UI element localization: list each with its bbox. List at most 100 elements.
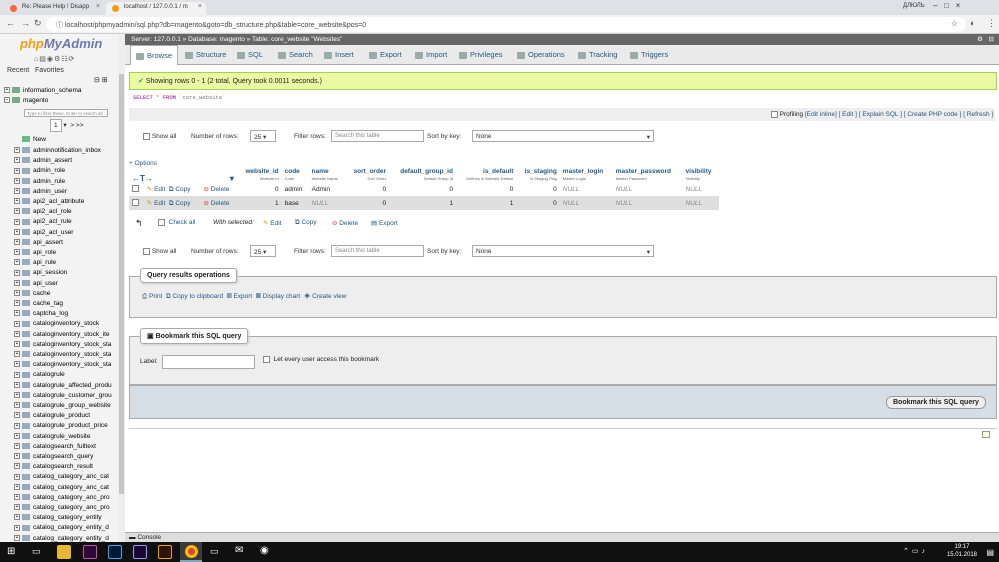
- row-delete-link[interactable]: ⊖ Delete: [200, 182, 237, 196]
- rows-select-bottom[interactable]: 25 ▾: [250, 245, 276, 257]
- column-header[interactable]: master_login Master Login: [560, 168, 613, 182]
- column-header[interactable]: sort_order Sort Order: [345, 168, 389, 182]
- row-edit-link[interactable]: ✎ Edit ⧉ Copy: [143, 196, 201, 210]
- filter-rows-input-top[interactable]: Search this table: [331, 130, 424, 142]
- tab-operations[interactable]: Operations: [517, 50, 565, 59]
- sidebar-table-item[interactable]: + catalogrule_product_price: [14, 422, 122, 432]
- sidebar-table-item[interactable]: + adminnotification_inbox: [14, 147, 122, 157]
- table-row[interactable]: ✎ Edit ⧉ Copy ⊖ Delete 1 base NULL 0 1 1 0 NULL NU…: [129, 196, 719, 210]
- column-header[interactable]: code Code: [282, 168, 309, 182]
- sidebar-table-item[interactable]: + catalog_category_entity_d: [14, 535, 122, 542]
- table-cell[interactable]: 1: [455, 196, 517, 210]
- notification-icon[interactable]: ▤: [986, 548, 994, 557]
- show-all-bottom[interactable]: Show all: [143, 248, 176, 255]
- export-link[interactable]: ▤ Export: [227, 293, 253, 300]
- page-selector[interactable]: 1 ▾ > >>: [50, 119, 84, 132]
- sidebar-table-item[interactable]: + captcha_log: [14, 310, 122, 320]
- phpmyadmin-logo[interactable]: phpMyAdmin: [20, 36, 102, 51]
- sidebar-table-item[interactable]: + cataloginventory_stock_sta: [14, 361, 122, 371]
- table-cell[interactable]: 0: [345, 182, 390, 196]
- tab-insert[interactable]: Insert: [324, 50, 354, 59]
- sidebar-table-item[interactable]: + catalog_category_anc_cat: [14, 473, 122, 483]
- sort-select-bottom[interactable]: None ▾: [472, 245, 654, 257]
- column-header[interactable]: visibility Visibility: [682, 168, 719, 182]
- sidebar-table-item[interactable]: + api2_acl_role: [14, 208, 122, 218]
- sidebar-table-item[interactable]: + catalogrule_affected_produ: [14, 382, 122, 392]
- clock[interactable]: 19:17 15.01.2018: [947, 543, 977, 559]
- sidebar-table-item[interactable]: + api_user: [14, 280, 122, 290]
- sidebar-table-item[interactable]: + admin_role: [14, 167, 122, 177]
- sidebar-table-item[interactable]: + api_session: [14, 269, 122, 279]
- back-icon[interactable]: ←: [6, 18, 15, 28]
- premiere-icon[interactable]: [83, 545, 97, 559]
- table-row[interactable]: ✎ Edit ⧉ Copy ⊖ Delete 0 admin Admin 0 0 0 0 NULL…: [129, 182, 719, 196]
- sidebar-table-item[interactable]: + api_assert: [14, 239, 122, 249]
- menu-icon[interactable]: ⋮: [987, 18, 996, 29]
- sql-query-display[interactable]: SELECT * FROM `core_website`: [133, 94, 225, 101]
- query-links[interactable]: [Edit inline] [ Edit ] [ Explain SQL ] […: [805, 111, 993, 118]
- table-cell[interactable]: NULL: [682, 182, 719, 196]
- collapse-icon[interactable]: ⊟: [989, 35, 994, 43]
- window-controls[interactable]: – □ ×: [933, 1, 960, 10]
- close-tab-icon[interactable]: ×: [198, 3, 202, 10]
- sidebar-table-item[interactable]: + cataloginventory_stock_sta: [14, 341, 122, 351]
- sidebar-table-item[interactable]: + api2_acl_user: [14, 229, 122, 239]
- bookmark-label-input[interactable]: [162, 355, 255, 369]
- breadcrumb-table[interactable]: Table: core_website "Websites": [252, 36, 342, 43]
- tab-export[interactable]: Export: [369, 50, 402, 59]
- sidebar-table-item[interactable]: + catalogrule_product: [14, 412, 122, 422]
- table-cell[interactable]: NULL: [612, 182, 683, 196]
- every-user-checkbox[interactable]: Let every user access this bookmark: [263, 356, 379, 363]
- table-cell[interactable]: admin: [281, 182, 309, 196]
- bulk-delete-button[interactable]: ⊖ Delete: [332, 219, 358, 227]
- column-header[interactable]: website_id Website Id: [237, 168, 282, 182]
- tab-browse[interactable]: Browse: [130, 45, 179, 65]
- show-all-top[interactable]: Show all: [143, 133, 176, 140]
- table-cell[interactable]: 0: [389, 182, 456, 196]
- sidebar-table-item[interactable]: + catalog_category_entity: [14, 514, 122, 524]
- illustrator-icon[interactable]: [158, 545, 172, 559]
- obs-icon[interactable]: ◉: [260, 545, 269, 556]
- row-delete-link[interactable]: ⊖ Delete: [200, 196, 237, 210]
- sidebar-table-item[interactable]: + cache_tag: [14, 300, 122, 310]
- tray-icons[interactable]: ⌃▭♪: [903, 547, 928, 555]
- sidebar-table-item[interactable]: + catalogrule_customer_grou: [14, 392, 122, 402]
- table-cell[interactable]: Admin: [308, 182, 346, 196]
- recent-tab[interactable]: Recent: [7, 67, 29, 74]
- sidebar-table-item[interactable]: + api2_acl_attribute: [14, 198, 122, 208]
- sidebar-table-item[interactable]: + cataloginventory_stock_sta: [14, 351, 122, 361]
- tab-tracking[interactable]: Tracking: [578, 50, 617, 59]
- photoshop-icon[interactable]: [108, 545, 122, 559]
- check-all-checkbox[interactable]: Check all: [158, 219, 195, 226]
- profile-name[interactable]: ДЛЮЛЬ: [903, 3, 925, 9]
- sidebar-table-item[interactable]: + catalogsearch_fulltext: [14, 443, 122, 453]
- bookmark-submit-button[interactable]: Bookmark this SQL query: [886, 396, 986, 409]
- browser-tab-1[interactable]: Re: Please Help ! Disapp ×: [4, 2, 104, 15]
- sidebar-table-item[interactable]: + catalog_category_anc_pro: [14, 504, 122, 514]
- console-bar[interactable]: ▬ Console: [125, 532, 999, 542]
- column-header[interactable]: is_staging Is Staging Flag: [516, 168, 559, 182]
- sidebar-table-item[interactable]: + catalogrule_website: [14, 433, 122, 443]
- db-information-schema[interactable]: + information_schema: [4, 87, 112, 97]
- print-link[interactable]: ⎙ Print: [142, 293, 162, 300]
- table-cell[interactable]: base: [281, 196, 309, 210]
- table-cell[interactable]: 0: [516, 196, 560, 210]
- tab-structure[interactable]: Structure: [185, 50, 226, 59]
- table-cell[interactable]: 1: [236, 196, 282, 210]
- sidebar-table-item[interactable]: + cataloginventory_stock: [14, 320, 122, 330]
- row-edit-link[interactable]: ✎ Edit ⧉ Copy: [143, 182, 201, 196]
- bookmark-star-icon[interactable]: ☆: [951, 19, 958, 28]
- forward-icon[interactable]: →: [21, 18, 30, 28]
- display-chart-link[interactable]: ▦ Display chart: [256, 293, 300, 300]
- table-cell[interactable]: NULL: [559, 182, 613, 196]
- after-effects-icon[interactable]: [133, 545, 147, 559]
- sidebar-table-item[interactable]: + cache: [14, 290, 122, 300]
- sidebar-table-item[interactable]: + admin_rule: [14, 178, 122, 188]
- bulk-export-button[interactable]: ▤ Export: [371, 219, 398, 227]
- sidebar-table-item[interactable]: + catalogsearch_query: [14, 453, 122, 463]
- sort-select-top[interactable]: None ▾: [472, 130, 654, 142]
- table-cell[interactable]: NULL: [682, 196, 719, 210]
- column-header[interactable]: is_default Defines Is Website Default: [456, 168, 516, 182]
- windows-start-icon[interactable]: ⊞: [7, 546, 15, 557]
- settings-gear-icon[interactable]: ⚙: [977, 35, 983, 43]
